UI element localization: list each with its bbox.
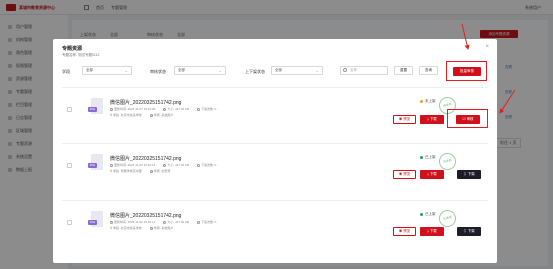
arrow-to-batch-review (461, 23, 470, 50)
annotation-arrows (461, 23, 516, 114)
arrow-to-review-button (499, 89, 516, 114)
